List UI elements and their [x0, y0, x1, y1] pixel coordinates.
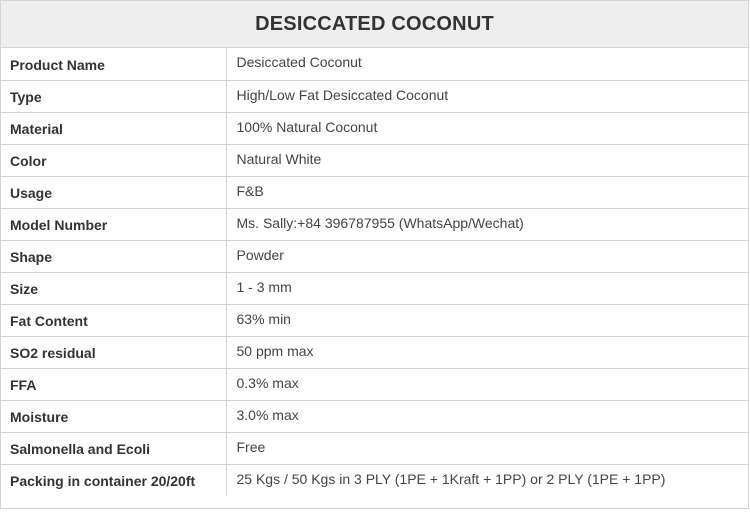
row-value: 0.3% max: [226, 368, 748, 401]
row-value: 100% Natural Coconut: [226, 112, 748, 145]
row-label: Material: [1, 112, 227, 145]
table-row: Moisture 3.0% max: [1, 400, 748, 433]
table-row: Packing in container 20/20ft 25 Kgs / 50…: [1, 464, 748, 496]
row-label: Size: [1, 272, 227, 305]
table-row: Size 1 - 3 mm: [1, 272, 748, 305]
row-value: 25 Kgs / 50 Kgs in 3 PLY (1PE + 1Kraft +…: [236, 470, 666, 487]
table-row: Material 100% Natural Coconut: [1, 112, 748, 145]
row-value: F&B: [226, 176, 748, 209]
row-value: Powder: [226, 240, 748, 273]
row-label: Shape: [1, 240, 227, 273]
table-row: FFA 0.3% max: [1, 368, 748, 401]
row-label: Model Number: [1, 208, 227, 241]
row-label: Color: [1, 144, 227, 177]
row-value: High/Low Fat Desiccated Coconut: [226, 80, 748, 113]
title-bar: DESICCATED COCONUT: [1, 1, 748, 48]
row-label: Product Name: [1, 48, 227, 81]
row-label: Type: [1, 80, 227, 113]
row-value: Natural White: [226, 144, 748, 177]
table-row: Shape Powder: [1, 240, 748, 273]
row-value: 3.0% max: [226, 400, 748, 433]
row-value: 63% min: [226, 304, 748, 337]
spec-sheet: DESICCATED COCONUT Product Name Desiccat…: [0, 0, 749, 509]
row-label: SO2 residual: [1, 336, 227, 369]
row-label: Usage: [1, 176, 227, 209]
table-row: Product Name Desiccated Coconut: [1, 48, 748, 81]
row-label: Packing in container 20/20ft: [1, 464, 227, 496]
row-value: 1 - 3 mm: [226, 272, 748, 305]
table-row: SO2 residual 50 ppm max: [1, 336, 748, 369]
row-value: Ms. Sally:+84 396787955 (WhatsApp/Wechat…: [226, 208, 748, 241]
row-label: FFA: [1, 368, 227, 401]
table-row: Color Natural White: [1, 144, 748, 177]
table-row: Salmonella and Ecoli Free: [1, 432, 748, 465]
spec-table: Product Name Desiccated Coconut Type Hig…: [1, 48, 748, 496]
row-label: Fat Content: [1, 304, 227, 337]
row-value: Desiccated Coconut: [226, 48, 748, 81]
table-row: Usage F&B: [1, 176, 748, 209]
row-value: Free: [226, 432, 748, 465]
table-row: Model Number Ms. Sally:+84 396787955 (Wh…: [1, 208, 748, 241]
row-label: Salmonella and Ecoli: [1, 432, 227, 465]
row-label: Moisture: [1, 400, 227, 433]
table-row: Fat Content 63% min: [1, 304, 748, 337]
row-value: 50 ppm max: [226, 336, 748, 369]
page-title: DESICCATED COCONUT: [255, 12, 494, 35]
table-row: Type High/Low Fat Desiccated Coconut: [1, 80, 748, 113]
